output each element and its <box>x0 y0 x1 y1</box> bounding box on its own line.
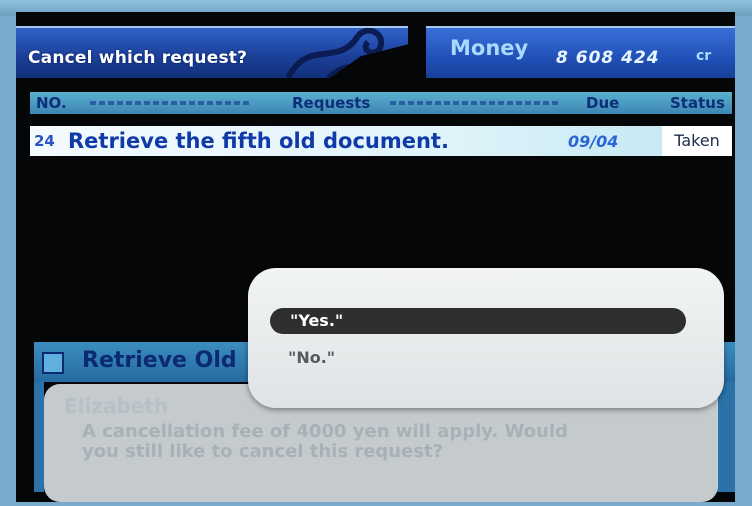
request-due-date: 09/04 <box>568 132 619 151</box>
table-header: NO. Requests Due Status <box>30 92 732 114</box>
detail-square-icon <box>42 352 64 374</box>
detail-panel-edge <box>34 382 44 492</box>
prompt-text: Cancel which request? <box>28 48 248 68</box>
money-value: 8 608 424 <box>556 48 660 68</box>
column-status: Status <box>670 94 725 112</box>
column-due: Due <box>586 94 620 112</box>
request-title: Retrieve the fifth old document. <box>68 129 449 153</box>
choice-yes-button[interactable]: "Yes." <box>270 308 686 334</box>
header-divider <box>390 101 560 105</box>
header-divider <box>90 101 250 105</box>
column-requests: Requests <box>292 94 371 112</box>
column-no: NO. <box>36 94 67 112</box>
money-unit: cr <box>696 48 712 64</box>
choice-popup: "Yes." "No." <box>248 268 724 408</box>
prompt-banner: Cancel which request? <box>16 26 408 78</box>
request-number: 24 <box>34 132 55 150</box>
money-panel: Money 8 608 424 cr <box>426 26 735 78</box>
dialogue-text: A cancellation fee of 4000 yen will appl… <box>82 421 568 462</box>
status-badge: Taken <box>662 126 732 156</box>
speaker-name: Elizabeth <box>64 394 169 418</box>
game-screen: Cancel which request? Money 8 608 424 cr… <box>16 12 735 502</box>
detail-panel-edge <box>717 382 735 492</box>
swirl-ornament-icon <box>285 28 390 78</box>
request-detail-title: Retrieve Old <box>82 348 237 373</box>
table-row[interactable]: 24 Retrieve the fifth old document. 09/0… <box>30 126 732 156</box>
money-label: Money <box>450 36 529 60</box>
choice-no-button[interactable]: "No." <box>288 348 335 367</box>
